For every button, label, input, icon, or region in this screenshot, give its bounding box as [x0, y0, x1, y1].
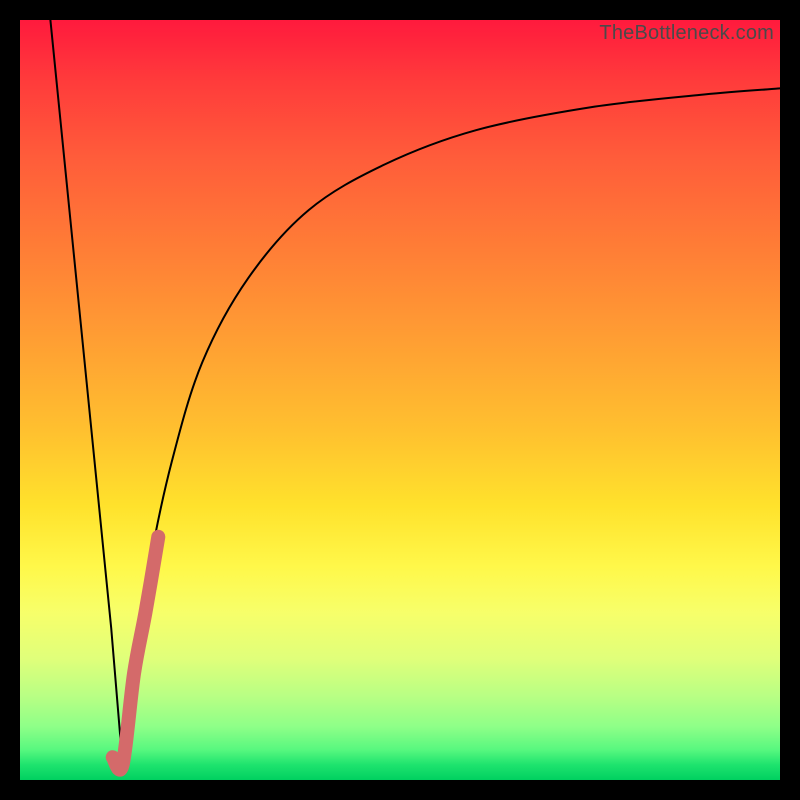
plot-area: TheBottleneck.com	[20, 20, 780, 780]
curve-right-branch	[123, 88, 780, 764]
curve-left-branch	[50, 20, 122, 765]
bottleneck-curve-svg	[20, 20, 780, 780]
chart-frame: TheBottleneck.com	[0, 0, 800, 800]
watermark-text: TheBottleneck.com	[599, 22, 774, 45]
